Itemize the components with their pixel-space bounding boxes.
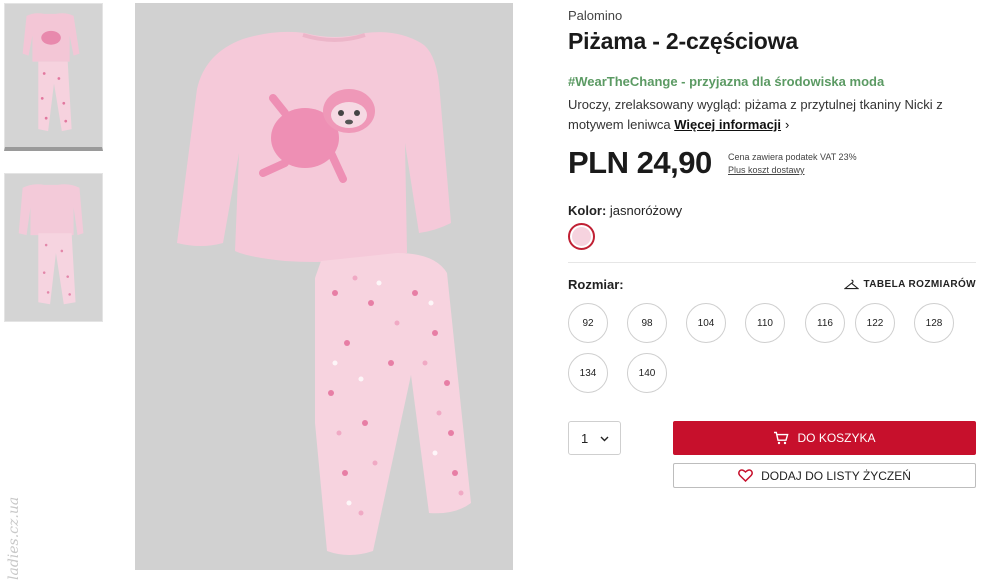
size-option-104[interactable]: 104 [686, 303, 726, 343]
size-option-110[interactable]: 110 [745, 303, 785, 343]
size-option-92[interactable]: 92 [568, 303, 608, 343]
vat-info: Cena zawiera podatek VAT 23% Plus koszt … [728, 151, 857, 177]
vat-note: Cena zawiera podatek VAT 23% [728, 152, 857, 162]
divider [568, 262, 976, 263]
eco-tag: #WearTheChange - przyjazna dla środowisk… [568, 74, 885, 89]
size-option-122[interactable]: 122 [855, 303, 895, 343]
size-option-116[interactable]: 116 [805, 303, 845, 343]
watermark-text: ladies.cz.ua [6, 497, 22, 580]
brand-name[interactable]: Palomino [568, 8, 622, 23]
product-price: PLN 24,90 [568, 145, 712, 180]
add-to-wishlist-label: DODAJ DO LISTY ŻYCZEŃ [761, 468, 911, 483]
size-option-140[interactable]: 140 [627, 353, 667, 393]
hanger-icon [843, 279, 859, 290]
cart-icon [774, 431, 790, 445]
size-label: Rozmiar: [568, 277, 624, 292]
watermark: ladies.cz.ua [3, 462, 25, 582]
color-label: Kolor: jasnoróżowy [568, 203, 682, 218]
more-info-link[interactable]: Więcej informacji [674, 117, 781, 132]
add-to-wishlist-button[interactable]: DODAJ DO LISTY ŻYCZEŃ [673, 463, 976, 488]
product-title: Piżama - 2-częściowa [568, 28, 798, 54]
shipping-cost-link[interactable]: Plus koszt dostawy [728, 164, 857, 177]
thumbnail-front[interactable] [4, 3, 103, 151]
heart-icon [738, 469, 754, 482]
size-option-128[interactable]: 128 [914, 303, 954, 343]
color-swatch-light-pink[interactable] [568, 223, 595, 250]
pajama-front-thumbnail-image [5, 4, 102, 147]
size-table-label: TABELA ROZMIARÓW [863, 279, 976, 290]
main-product-image[interactable] [135, 3, 513, 570]
color-label-text: Kolor: [568, 203, 607, 218]
quantity-value: 1 [581, 430, 589, 446]
product-description: Uroczy, zrelaksowany wygląd: piżama z pr… [568, 95, 976, 135]
size-option-134[interactable]: 134 [568, 353, 608, 393]
size-table-link[interactable]: TABELA ROZMIARÓW [843, 279, 977, 290]
add-to-cart-label: DO KOSZYKA [797, 431, 876, 445]
size-option-98[interactable]: 98 [627, 303, 667, 343]
quantity-select[interactable]: 1 [568, 421, 621, 455]
pajama-main-image [135, 3, 513, 570]
chevron-right-icon: › [785, 117, 790, 132]
pajama-back-thumbnail-image [5, 174, 102, 321]
swatch-fill [572, 227, 591, 246]
color-value: jasnoróżowy [609, 203, 683, 218]
thumbnail-back[interactable] [4, 173, 103, 322]
add-to-cart-button[interactable]: DO KOSZYKA [673, 421, 976, 455]
chevron-down-icon [600, 436, 609, 441]
